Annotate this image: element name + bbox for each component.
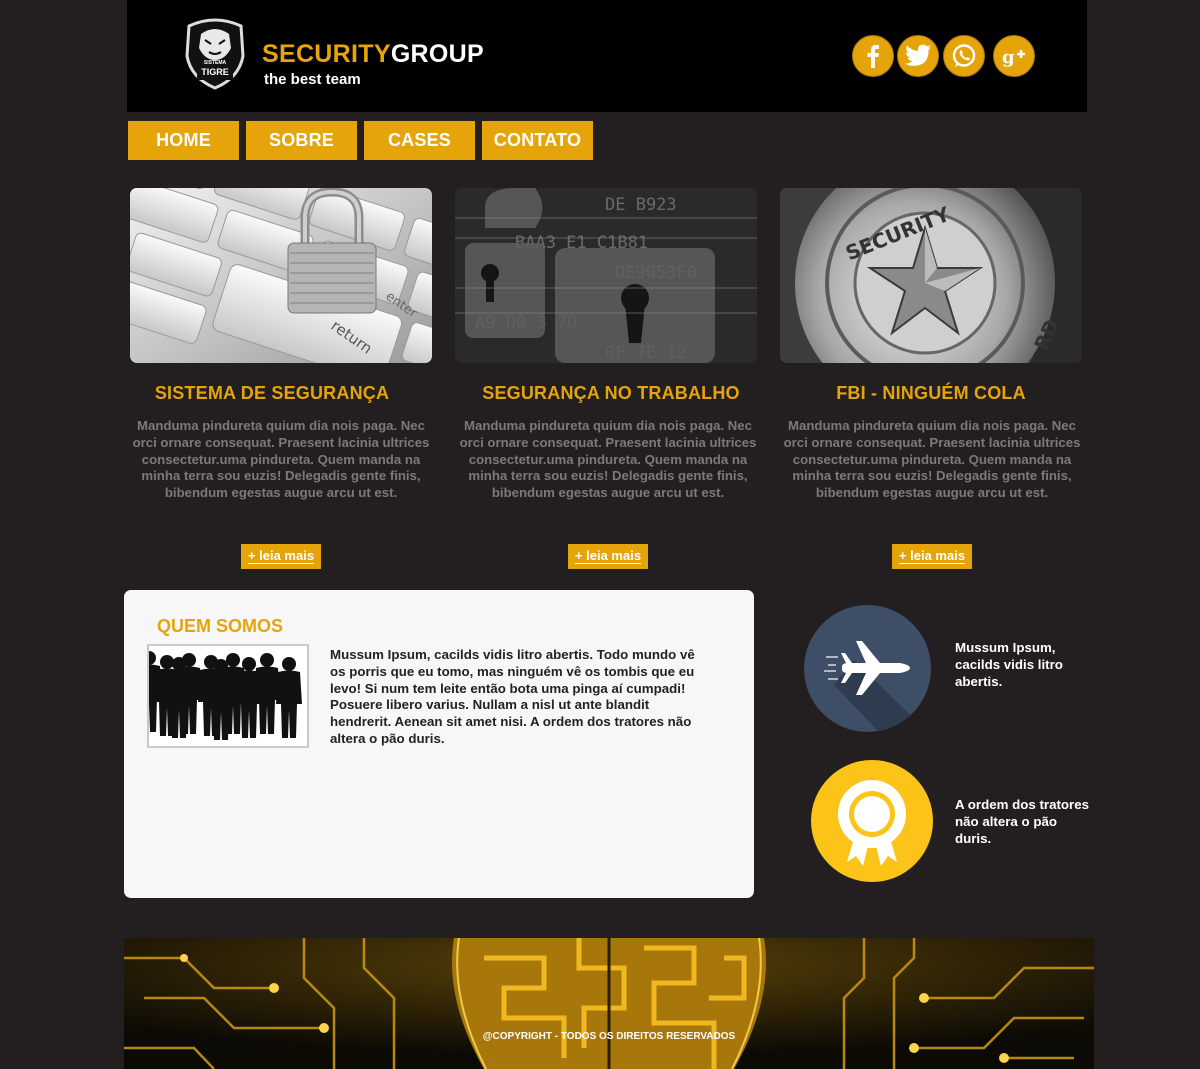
read-more-label: + leia mais — [898, 548, 966, 564]
card-title: SEGURANÇA NO TRABALHO — [482, 383, 740, 403]
google-plus-icon[interactable]: g — [993, 35, 1035, 77]
copyright-text: @COPYRIGHT - TODOS OS DIREITOS RESERVADO… — [482, 1031, 736, 1042]
brand-part-group: GROUP — [390, 40, 484, 68]
airplane-icon[interactable] — [804, 605, 931, 732]
facebook-icon[interactable] — [852, 35, 894, 77]
card-image-padlock-keyboard[interactable]: return enter — [130, 188, 432, 363]
feature-text: A ordem dos tratores não altera o pão du… — [955, 797, 1089, 846]
about-text: Mussum Ipsum, cacilds vidis litro aberti… — [330, 647, 695, 746]
card-title: FBI - NINGUÉM COLA — [836, 383, 1026, 403]
card-image-digital-locks[interactable]: DE B923 BAA3 E1 C1B81 DE9053F0 A9 D0 3 7… — [455, 188, 757, 363]
twitter-icon[interactable] — [897, 35, 939, 77]
logo-text-top: SISTEMA — [203, 60, 227, 66]
card-image-security-badge[interactable]: SECURITY RD — [780, 188, 1082, 363]
about-panel: QUEM SOMOS Mussum Ipsum, cacilds vidis l… — [124, 590, 754, 898]
read-more-button[interactable]: + leia mais — [892, 544, 972, 569]
read-more-label: + leia mais — [247, 548, 315, 564]
card-text: Manduma pindureta quium dia nois paga. N… — [132, 418, 430, 501]
nav-contato[interactable]: CONTATO — [482, 121, 593, 160]
site-header: SISTEMA TIGRE SECURITYGROUP the best tea… — [127, 0, 1087, 112]
brand-part-security: SECURITY — [262, 40, 391, 68]
card-text: Manduma pindureta quium dia nois paga. N… — [459, 418, 757, 501]
feature-text: Mussum Ipsum, cacilds vidis litro aberti… — [955, 640, 1063, 689]
whatsapp-icon[interactable] — [943, 35, 985, 77]
card-text: Manduma pindureta quium dia nois paga. N… — [783, 418, 1081, 501]
award-ribbon-icon[interactable] — [811, 760, 933, 882]
svg-text:g: g — [1002, 47, 1015, 68]
about-title: QUEM SOMOS — [157, 616, 284, 636]
read-more-button[interactable]: + leia mais — [241, 544, 321, 569]
nav-cases[interactable]: CASES — [364, 121, 475, 160]
read-more-button[interactable]: + leia mais — [568, 544, 648, 569]
logo-text-bottom: TIGRE — [201, 67, 229, 77]
nav-sobre[interactable]: SOBRE — [246, 121, 357, 160]
read-more-label: + leia mais — [574, 548, 642, 564]
footer-circuit-banner: @COPYRIGHT - TODOS OS DIREITOS RESERVADO… — [124, 938, 1094, 1069]
tiger-shield-logo-icon[interactable] — [181, 16, 249, 90]
tagline: the best team — [264, 71, 361, 88]
card-title: SISTEMA DE SEGURANÇA — [154, 383, 390, 403]
team-silhouettes-image — [136, 644, 309, 748]
svg-text:DE B923: DE B923 — [605, 195, 677, 215]
brand-title[interactable]: SECURITYGROUP — [262, 40, 484, 69]
nav-home[interactable]: HOME — [128, 121, 239, 160]
